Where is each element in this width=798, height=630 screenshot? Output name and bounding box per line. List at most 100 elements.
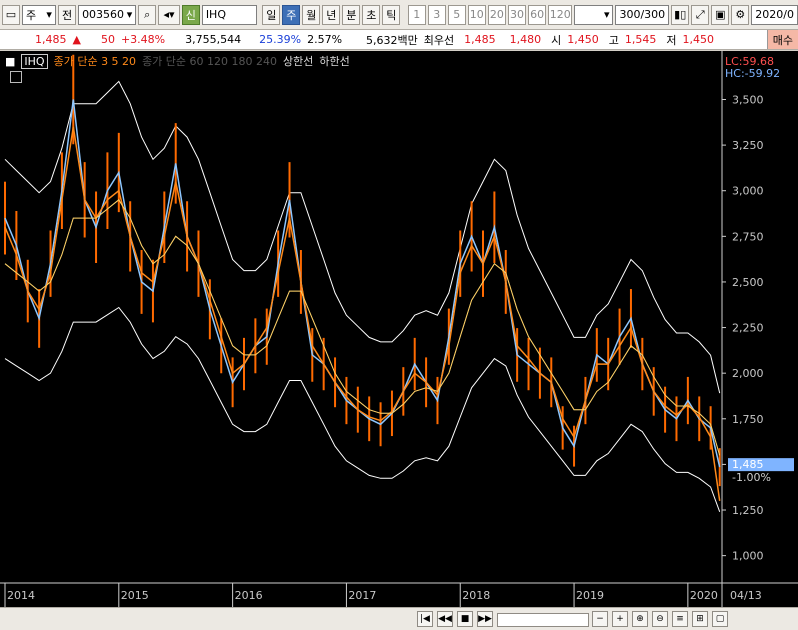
y-tick-label: 2,000: [732, 367, 764, 380]
count-field[interactable]: 300 /300: [615, 4, 670, 25]
price-change: 50: [100, 33, 115, 46]
period-select-label: 주: [26, 8, 37, 22]
zoom-out-icon[interactable]: ⊖: [652, 611, 668, 627]
y-tick-label: 3,250: [732, 139, 764, 152]
candle-type-icon[interactable]: ▮▯: [671, 4, 690, 25]
low-label: 저: [666, 33, 677, 47]
tab-year[interactable]: 년: [322, 4, 341, 25]
x-tick-label: 2019: [576, 589, 604, 602]
best-ask: 1,485: [464, 33, 496, 46]
end-date-label: 04/13: [730, 589, 762, 602]
high-price: 1,545: [624, 33, 657, 46]
stock-name-field: IHQ: [201, 4, 257, 25]
list-icon[interactable]: ≡: [672, 611, 688, 627]
current-price: 1,485: [35, 33, 67, 46]
x-tick-label: 2018: [462, 589, 490, 602]
zoom-out-button[interactable]: −: [592, 611, 608, 627]
y-tick-label: 2,500: [732, 276, 764, 289]
price-chart[interactable]: 1,0001,2501,5001,7502,0002,2502,5002,750…: [0, 51, 798, 607]
chart-toolbar: ▭ 주 ▾ 전 003560 ▾ ⌕ ◂▾ 신 IHQ 일 주 월 년 분 초 …: [0, 0, 798, 30]
low-price: 1,450: [682, 33, 715, 46]
x-tick-label: 2017: [348, 589, 376, 602]
interval-120[interactable]: 120: [548, 4, 573, 25]
interval-5[interactable]: 5: [447, 4, 466, 25]
turnover-ratio: 2.57%: [307, 33, 343, 46]
credit-tag[interactable]: 신: [181, 4, 200, 25]
legend-ma: 종가 단순 3 5 20: [53, 55, 137, 68]
interval-30[interactable]: 30: [507, 4, 527, 25]
stock-code-input[interactable]: 003560 ▾: [78, 4, 137, 25]
interval-3[interactable]: 3: [427, 4, 446, 25]
x-tick-label: 2016: [235, 589, 263, 602]
y-tick-label: 3,000: [732, 185, 764, 198]
settings-icon[interactable]: ▢: [712, 611, 728, 627]
legend-ma-long: 종가 단순 60 120 180 240: [142, 55, 278, 68]
best-quote-label: 최우선: [423, 33, 455, 47]
gear-icon[interactable]: ⚙: [731, 4, 750, 25]
count-total: /300: [640, 8, 666, 21]
chart-navigation: |◀ ◀◀ ■ ▶▶ − + ⊕ ⊖ ≡ ⊞ ▢: [0, 607, 798, 630]
best-bid: 1,480: [509, 33, 542, 46]
trade-amount: 5,632백만: [366, 33, 418, 47]
zoom-in-button[interactable]: +: [612, 611, 628, 627]
tab-minute[interactable]: 분: [342, 4, 361, 25]
skip-back-button[interactable]: |◀: [417, 611, 433, 627]
indicator-icon[interactable]: ⤢: [691, 4, 710, 25]
chart-canvas[interactable]: 1,0001,2501,5001,7502,0002,2502,5002,750…: [0, 51, 798, 607]
open-label: 시: [551, 33, 562, 47]
count-value: 300: [619, 8, 641, 21]
volume-ratio: 25.39%: [259, 33, 302, 46]
fast-forward-button[interactable]: ▶▶: [477, 611, 493, 627]
legend-upper-band: 상한선: [283, 55, 314, 68]
quote-bar: 1,485 ▲ 50 +3.48% 3,755,544 25.39% 2.57%…: [0, 30, 798, 50]
interval-1[interactable]: 1: [407, 4, 426, 25]
interval-10[interactable]: 10: [467, 4, 486, 25]
chevron-down-icon: ▾: [46, 8, 52, 21]
search-icon[interactable]: ⌕: [138, 4, 157, 25]
y-tick-label: 1,250: [732, 504, 764, 517]
y-tick-label: 3,500: [732, 93, 764, 106]
interval-custom-input[interactable]: ▾: [574, 4, 614, 25]
chart-legend: ■ IHQ 종가 단순 3 5 20 종가 단순 60 120 180 240 …: [5, 53, 350, 69]
save-icon[interactable]: ▣: [711, 4, 730, 25]
market-button[interactable]: 전: [57, 4, 77, 25]
y-tick-label: 2,750: [732, 230, 764, 243]
tab-day[interactable]: 일: [262, 4, 281, 25]
legend-lower-band: 하한선: [319, 55, 350, 68]
grid-view-icon[interactable]: ⊞: [692, 611, 708, 627]
grid-icon[interactable]: [10, 71, 22, 83]
high-label: 고: [608, 33, 619, 47]
x-tick-label: 2014: [7, 589, 35, 602]
tab-second[interactable]: 초: [362, 4, 381, 25]
legend-marker: ■: [5, 54, 16, 68]
tab-tick[interactable]: 틱: [382, 4, 401, 25]
price-change-pct: +3.48%: [120, 33, 166, 46]
open-price: 1,450: [567, 33, 599, 46]
x-tick-label: 2020: [690, 589, 718, 602]
buy-button[interactable]: 매수: [766, 30, 798, 49]
last-price-label: 1,485: [732, 458, 764, 471]
up-arrow-icon: ▲: [72, 33, 81, 46]
rewind-button[interactable]: ◀◀: [437, 611, 453, 627]
period-select[interactable]: 주 ▾: [22, 4, 56, 25]
chevron-down-icon: ▾: [126, 8, 133, 21]
scroll-track[interactable]: [497, 613, 589, 627]
interval-20[interactable]: 20: [487, 4, 506, 25]
zoom-in-icon[interactable]: ⊕: [632, 611, 648, 627]
date-field[interactable]: 2020/0: [751, 4, 798, 25]
legend-code: IHQ: [21, 53, 48, 69]
y-tick-label: 1,750: [732, 413, 764, 426]
tab-week[interactable]: 주: [282, 4, 301, 25]
speaker-icon[interactable]: ◂▾: [158, 4, 180, 25]
stop-button[interactable]: ■: [457, 611, 473, 627]
x-tick-label: 2015: [121, 589, 149, 602]
last-pct-label: -1.00%: [732, 471, 771, 484]
interval-60[interactable]: 60: [528, 4, 547, 25]
volume: 3,755,544: [185, 33, 242, 46]
layout-icon[interactable]: ▭: [2, 4, 20, 25]
y-tick-label: 2,250: [732, 322, 764, 335]
hc-label: HC:-59.92: [725, 67, 780, 80]
stock-code-value: 003560: [82, 8, 125, 21]
tab-month[interactable]: 월: [302, 4, 321, 25]
y-tick-label: 1,000: [732, 550, 764, 563]
